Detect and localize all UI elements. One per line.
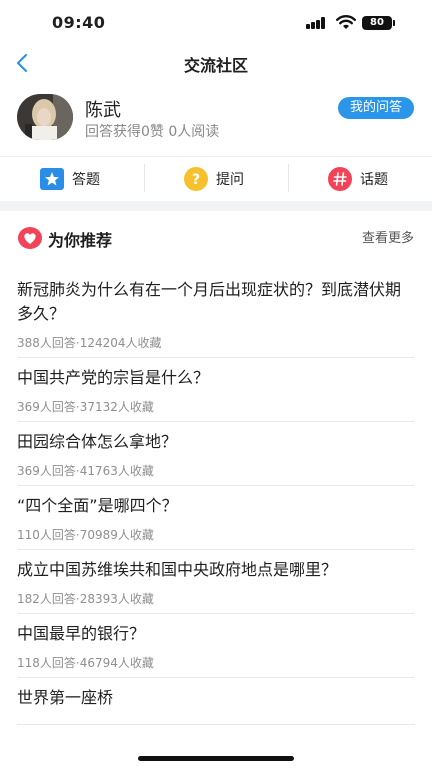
question-title: 田园综合体怎么拿地？ <box>17 432 178 451</box>
hashtag-icon <box>328 167 352 191</box>
user-stats: 回答获得0赞 0人阅读 <box>85 124 220 140</box>
see-more-link[interactable]: 查看更多 <box>362 227 414 246</box>
battery-icon: 80 <box>362 16 392 30</box>
answer-action[interactable]: 答题 <box>40 157 100 201</box>
wifi-icon <box>336 15 356 29</box>
question-meta: 110人回答·70989人收藏 <box>17 528 154 542</box>
question-title: 新冠肺炎为什么有在一个月后出现症状的？到底潜伏期多久？ <box>17 280 402 323</box>
question-title: 世界第一座桥 <box>17 688 114 707</box>
user-name: 陈武 <box>85 100 121 121</box>
ask-label: 提问 <box>216 172 244 188</box>
question-meta: 118人回答·46794人收藏 <box>17 656 154 670</box>
question-title: 中国共产党的宗旨是什么？ <box>17 368 210 387</box>
ask-action[interactable]: ? 提问 <box>184 157 244 201</box>
svg-text:?: ? <box>192 172 200 188</box>
avatar[interactable] <box>17 94 73 140</box>
status-bar: 09:40 80 <box>0 0 432 46</box>
user-profile: 陈武 回答获得0赞 0人阅读 我的问答 <box>0 90 432 150</box>
question-meta <box>17 710 415 724</box>
action-bar: 答题 ? 提问 话题 <box>0 157 432 201</box>
question-item[interactable]: “四个全面”是哪四个？ 110人回答·70989人收藏 <box>17 486 415 550</box>
question-title: 中国最早的银行？ <box>17 624 146 643</box>
nav-bar: 交流社区 <box>0 46 432 80</box>
answer-label: 答题 <box>72 172 100 188</box>
question-item[interactable]: 成立中国苏维埃共和国中央政府地点是哪里？ 182人回答·28393人收藏 <box>17 550 415 614</box>
battery-tip <box>393 20 395 26</box>
question-item[interactable]: 新冠肺炎为什么有在一个月后出现症状的？到底潜伏期多久？ 388人回答·12420… <box>17 270 415 358</box>
status-time: 09:40 <box>52 13 106 32</box>
page-title: 交流社区 <box>183 56 248 75</box>
question-meta: 182人回答·28393人收藏 <box>17 592 154 606</box>
star-icon <box>40 168 64 190</box>
home-indicator[interactable] <box>138 756 294 761</box>
topic-action[interactable]: 话题 <box>328 157 388 201</box>
question-meta: 388人回答·124204人收藏 <box>17 336 162 350</box>
question-item[interactable]: 世界第一座桥 <box>17 678 415 725</box>
question-list: 新冠肺炎为什么有在一个月后出现症状的？到底潜伏期多久？ 388人回答·12420… <box>0 270 432 725</box>
recommend-title: 为你推荐 <box>48 231 113 250</box>
recommend-header: 为你推荐 查看更多 <box>0 222 432 252</box>
question-item[interactable]: 中国最早的银行？ 118人回答·46794人收藏 <box>17 614 415 678</box>
question-icon: ? <box>184 167 208 191</box>
question-item[interactable]: 田园综合体怎么拿地？ 369人回答·41763人收藏 <box>17 422 415 486</box>
question-item[interactable]: 中国共产党的宗旨是什么？ 369人回答·37132人收藏 <box>17 358 415 422</box>
my-answers-button[interactable]: 我的问答 <box>338 97 414 119</box>
question-title: “四个全面”是哪四个？ <box>17 496 178 515</box>
topic-label: 话题 <box>360 172 388 188</box>
question-meta: 369人回答·41763人收藏 <box>17 464 154 478</box>
cellular-signal-icon <box>306 17 328 29</box>
heart-icon <box>18 227 42 249</box>
question-meta: 369人回答·37132人收藏 <box>17 400 154 414</box>
action-separator <box>144 164 145 192</box>
question-title: 成立中国苏维埃共和国中央政府地点是哪里？ <box>17 560 338 579</box>
section-gap <box>0 201 432 211</box>
action-separator <box>288 164 289 192</box>
